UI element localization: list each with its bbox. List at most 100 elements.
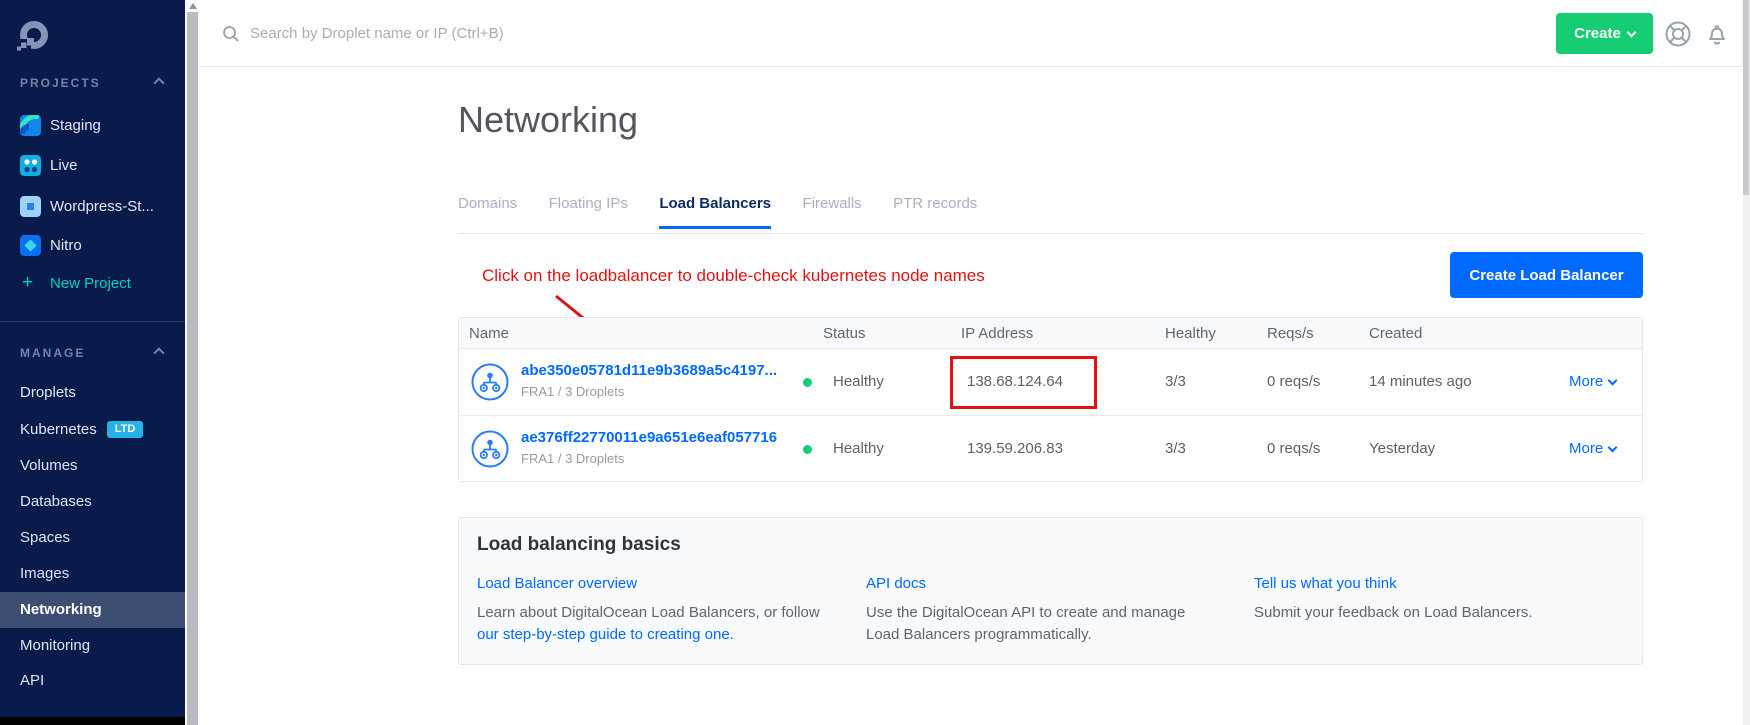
- scrollbar-up-arrow-icon[interactable]: [189, 3, 197, 9]
- tab-firewalls[interactable]: Firewalls: [802, 195, 861, 226]
- load-balancing-basics-panel: Load balancing basics Load Balancer over…: [458, 517, 1643, 665]
- scrollbar-thumb[interactable]: [187, 12, 198, 725]
- sidebar-item-spaces[interactable]: Spaces: [0, 520, 185, 556]
- digitalocean-logo-icon[interactable]: [16, 19, 50, 53]
- staging-project-icon: [20, 115, 41, 136]
- search-bar: [222, 0, 1122, 66]
- table-row[interactable]: ae376ff22770011e9a651e6eaf057716 FRA1 / …: [459, 415, 1642, 481]
- load-balancer-name-link[interactable]: ae376ff22770011e9a651e6eaf057716: [521, 429, 777, 446]
- created-value: Yesterday: [1369, 440, 1435, 457]
- status-value: Healthy: [833, 373, 884, 390]
- more-label: More: [1569, 373, 1603, 390]
- feedback-link[interactable]: Tell us what you think: [1254, 573, 1397, 595]
- table-header: Name Status IP Address Healthy Reqs/s Cr…: [459, 318, 1642, 349]
- basics-column-api: API docs Use the DigitalOcean API to cre…: [866, 573, 1226, 646]
- sidebar-item-label: Spaces: [20, 529, 70, 546]
- tab-ptr-records[interactable]: PTR records: [893, 195, 977, 226]
- healthy-count-value: 3/3: [1165, 373, 1186, 390]
- sidebar-project-staging[interactable]: Staging: [0, 106, 185, 146]
- created-value: 14 minutes ago: [1369, 373, 1472, 390]
- sidebar-item-label: Kubernetes: [20, 421, 97, 438]
- column-header-name: Name: [469, 325, 509, 342]
- basics-text: Learn about DigitalOcean Load Balancers,…: [477, 604, 820, 621]
- annotation-text: Click on the loadbalancer to double-chec…: [482, 266, 985, 286]
- new-project-button[interactable]: + New Project: [0, 268, 185, 300]
- load-balancer-icon: [471, 363, 509, 401]
- load-balancer-region: FRA1 / 3 Droplets: [521, 384, 624, 399]
- sidebar-item-droplets[interactable]: Droplets: [0, 375, 185, 411]
- column-header-status: Status: [823, 325, 866, 342]
- load-balancer-name-link[interactable]: abe350e05781d11e9b3689a5c4197...: [521, 362, 777, 379]
- chevron-down-icon: [1626, 28, 1636, 38]
- healthy-status-dot: [803, 378, 812, 387]
- sidebar-item-label: Volumes: [20, 457, 78, 474]
- sidebar: PROJECTS Staging Live Wordp: [0, 0, 185, 725]
- sidebar-item-images[interactable]: Images: [0, 556, 185, 592]
- tabs-divider: [458, 233, 1643, 234]
- tab-load-balancers[interactable]: Load Balancers: [659, 195, 771, 229]
- sidebar-item-label: API: [20, 672, 44, 689]
- load-balancer-region: FRA1 / 3 Droplets: [521, 451, 624, 466]
- step-by-step-guide-link[interactable]: our step-by-step guide to creating one.: [477, 624, 734, 646]
- create-load-balancer-button[interactable]: Create Load Balancer: [1450, 252, 1643, 298]
- sidebar-item-volumes[interactable]: Volumes: [0, 448, 185, 484]
- more-label: More: [1569, 440, 1603, 457]
- load-balancer-overview-link[interactable]: Load Balancer overview: [477, 573, 637, 595]
- requests-value: 0 reqs/s: [1267, 440, 1320, 457]
- tab-floating-ips[interactable]: Floating IPs: [549, 195, 628, 226]
- basics-text: Load Balancers programmatically.: [866, 626, 1092, 643]
- sidebar-scrollbar[interactable]: [185, 0, 200, 725]
- column-header-healthy: Healthy: [1165, 325, 1216, 342]
- manage-collapse-chevron-icon[interactable]: [153, 347, 164, 358]
- api-docs-link[interactable]: API docs: [866, 573, 926, 595]
- wordpress-project-icon: [20, 196, 41, 217]
- ip-address-value: 139.59.206.83: [967, 440, 1063, 457]
- basics-text: Use the DigitalOcean API to create and m…: [866, 604, 1185, 621]
- basics-title: Load balancing basics: [477, 534, 681, 556]
- window-scrollbar[interactable]: [1742, 0, 1750, 725]
- sidebar-divider: [0, 321, 185, 322]
- sidebar-bottom-strip: [0, 717, 185, 725]
- sidebar-item-databases[interactable]: Databases: [0, 484, 185, 520]
- ip-address-value: 138.68.124.64: [967, 373, 1063, 390]
- new-project-label: New Project: [50, 275, 131, 292]
- projects-collapse-chevron-icon[interactable]: [153, 77, 164, 88]
- projects-section-label: PROJECTS: [20, 76, 101, 90]
- main-content: Networking Domains Floating IPs Load Bal…: [200, 67, 1743, 725]
- page-title: Networking: [458, 99, 638, 141]
- sidebar-item-label: Droplets: [20, 384, 76, 401]
- sidebar-project-live[interactable]: Live: [0, 146, 185, 186]
- healthy-count-value: 3/3: [1165, 440, 1186, 457]
- tab-domains[interactable]: Domains: [458, 195, 517, 226]
- sidebar-item-label: Networking: [20, 601, 102, 618]
- sidebar-item-kubernetes[interactable]: KubernetesLTD: [0, 412, 185, 448]
- load-balancer-icon: [471, 430, 509, 468]
- sidebar-project-nitro[interactable]: Nitro: [0, 226, 185, 266]
- scrollbar-thumb[interactable]: [1743, 0, 1749, 195]
- create-button[interactable]: Create: [1556, 13, 1653, 54]
- more-menu-button[interactable]: More: [1569, 373, 1616, 390]
- sidebar-item-label: Images: [20, 565, 69, 582]
- sidebar-project-label: Nitro: [50, 237, 82, 254]
- sidebar-item-networking[interactable]: Networking: [0, 592, 185, 628]
- digitalocean-control-panel: PROJECTS Staging Live Wordp: [0, 0, 1750, 725]
- column-header-created: Created: [1369, 325, 1422, 342]
- sidebar-project-label: Staging: [50, 117, 101, 134]
- live-project-icon: [20, 155, 41, 176]
- column-header-ip-address: IP Address: [961, 325, 1033, 342]
- basics-column-feedback: Tell us what you think Submit your feedb…: [1254, 573, 1614, 624]
- sidebar-item-api[interactable]: API: [0, 663, 185, 699]
- table-row[interactable]: abe350e05781d11e9b3689a5c4197... FRA1 / …: [459, 349, 1642, 415]
- search-icon: [222, 25, 240, 43]
- more-menu-button[interactable]: More: [1569, 440, 1616, 457]
- requests-value: 0 reqs/s: [1267, 373, 1320, 390]
- notifications-bell-icon[interactable]: [1703, 20, 1731, 48]
- tab-bar: Domains Floating IPs Load Balancers Fire…: [458, 195, 1004, 235]
- sidebar-item-monitoring[interactable]: Monitoring: [0, 628, 185, 664]
- search-input[interactable]: [250, 18, 1070, 48]
- sidebar-project-label: Wordpress-St...: [50, 198, 154, 215]
- sidebar-project-wordpress[interactable]: Wordpress-St...: [0, 187, 185, 227]
- basics-column-overview: Load Balancer overview Learn about Digit…: [477, 573, 847, 646]
- help-lifebuoy-icon[interactable]: [1664, 20, 1692, 48]
- load-balancers-table: Name Status IP Address Healthy Reqs/s Cr…: [458, 317, 1643, 482]
